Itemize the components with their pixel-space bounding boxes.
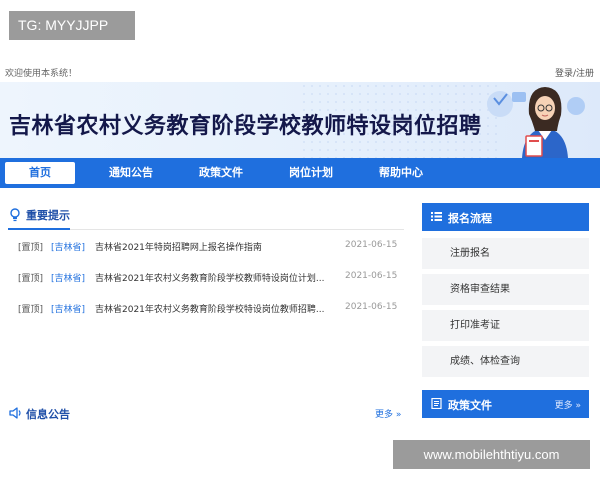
policy-more-link[interactable]: 更多 » bbox=[555, 398, 581, 411]
info-more-link[interactable]: 更多 » bbox=[375, 407, 401, 420]
pinned-tag: [置顶] bbox=[18, 305, 44, 315]
speaker-icon bbox=[9, 407, 21, 419]
registration-flow-header: 报名流程 bbox=[422, 203, 589, 231]
nav-home[interactable]: 首页 bbox=[5, 162, 75, 184]
news-date: 2021-06-15 bbox=[345, 302, 398, 312]
policy-files-title: 政策文件 bbox=[448, 399, 492, 412]
site-banner: 吉林省农村义务教育阶段学校教师特设岗位招聘 bbox=[0, 82, 600, 158]
teacher-illustration-icon bbox=[487, 87, 585, 158]
info-announcement-title: 信息公告 bbox=[26, 408, 70, 421]
nav-positions[interactable]: 岗位计划 bbox=[276, 158, 346, 188]
list-item[interactable]: [置顶] [吉林省] 吉林省2021年特岗招聘网上报名操作指南 2021-06-… bbox=[18, 240, 402, 256]
policy-files-header: 政策文件 更多 » bbox=[422, 390, 589, 418]
news-headline-link[interactable]: 吉林省2021年农村义务教育阶段学校教师特设岗位计划... bbox=[95, 271, 339, 284]
nav-help[interactable]: 帮助中心 bbox=[366, 158, 436, 188]
info-announcement-header: 信息公告 更多 » bbox=[8, 404, 404, 424]
tab-underline bbox=[8, 228, 70, 230]
site-title: 吉林省农村义务教育阶段学校教师特设岗位招聘 bbox=[9, 114, 482, 139]
nav-policy[interactable]: 政策文件 bbox=[186, 158, 256, 188]
document-icon bbox=[431, 398, 442, 409]
important-notice-title: 重要提示 bbox=[26, 209, 70, 222]
news-date: 2021-06-15 bbox=[345, 240, 398, 250]
flow-item-register[interactable]: 注册报名 bbox=[422, 238, 589, 269]
news-date: 2021-06-15 bbox=[345, 271, 398, 281]
main-nav: 首页 通知公告 政策文件 岗位计划 帮助中心 bbox=[0, 158, 600, 188]
news-headline-link[interactable]: 吉林省2021年特岗招聘网上报名操作指南 bbox=[95, 240, 339, 253]
list-item[interactable]: [置顶] [吉林省] 吉林省2021年农村义务教育阶段学校教师特设岗位计划...… bbox=[18, 271, 402, 287]
welcome-text: 欢迎使用本系统！ bbox=[5, 69, 78, 79]
flow-item-print-ticket[interactable]: 打印准考证 bbox=[422, 310, 589, 341]
news-headline-link[interactable]: 吉林省2021年农村义务教育阶段学校特设岗位教师招聘... bbox=[95, 302, 339, 315]
list-icon bbox=[431, 212, 442, 221]
registration-flow-title: 报名流程 bbox=[448, 212, 492, 225]
lightbulb-icon bbox=[10, 208, 20, 222]
login-register-link[interactable]: 登录/注册 bbox=[555, 66, 594, 79]
watermark-url: www.mobilehthtiyu.com bbox=[393, 440, 590, 469]
region-tag: [吉林省] bbox=[51, 243, 86, 253]
important-notice-header: 重要提示 bbox=[8, 204, 404, 230]
nav-notices[interactable]: 通知公告 bbox=[96, 158, 166, 188]
flow-item-score-query[interactable]: 成绩、体检查询 bbox=[422, 346, 589, 377]
pinned-tag: [置顶] bbox=[18, 274, 44, 284]
watermark-tag: TG: MYYJJPP bbox=[9, 11, 135, 40]
top-bar: 欢迎使用本系统！ 登录/注册 bbox=[0, 64, 600, 80]
list-item[interactable]: [置顶] [吉林省] 吉林省2021年农村义务教育阶段学校特设岗位教师招聘...… bbox=[18, 302, 402, 318]
pinned-tag: [置顶] bbox=[18, 243, 44, 253]
region-tag: [吉林省] bbox=[51, 274, 86, 284]
region-tag: [吉林省] bbox=[51, 305, 86, 315]
flow-item-review-result[interactable]: 资格审查结果 bbox=[422, 274, 589, 305]
